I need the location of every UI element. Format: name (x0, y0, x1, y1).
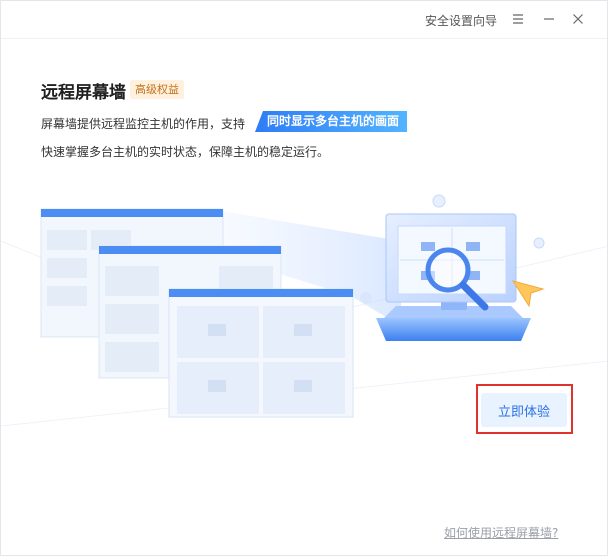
feature-title: 远程屏幕墙 (41, 83, 126, 103)
feature-description-line2: 快速掌握多台主机的实时状态，保障主机的稳定运行。 (41, 145, 330, 159)
screen-window-3 (168, 288, 354, 418)
help-link[interactable]: 如何使用远程屏幕墙? (444, 524, 558, 541)
magnifier-monitor-illustration (376, 213, 531, 341)
cursor-arrow-icon (511, 280, 545, 308)
feature-description-line1: 屏幕墙提供远程监控主机的作用，支持 (41, 117, 246, 131)
feature-highlight-badge: 同时显示多台主机的画面 (255, 111, 408, 132)
try-now-button[interactable]: 立即体验 (481, 393, 567, 427)
minimize-icon[interactable] (541, 11, 557, 27)
window: 安全设置向导 远程屏幕墙 高级权益 屏幕墙提供远程监控主机的作用，支持 同时显示… (0, 0, 608, 556)
close-icon[interactable] (570, 11, 586, 27)
title-bar: 安全设置向导 (1, 1, 607, 39)
menu-icon[interactable] (510, 11, 526, 27)
premium-badge: 高级权益 (130, 80, 184, 99)
security-wizard-link[interactable]: 安全设置向导 (425, 12, 497, 29)
